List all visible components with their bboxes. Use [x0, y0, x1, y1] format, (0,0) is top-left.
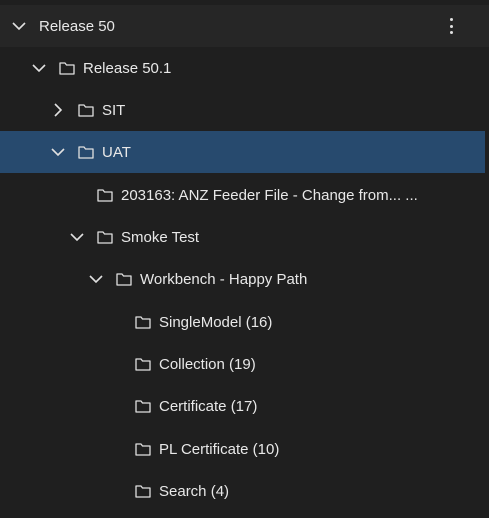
tree-item-label: 203163: ANZ Feeder File - Change from...…	[121, 186, 418, 204]
folder-icon	[78, 103, 94, 117]
tree-item-singlemodel[interactable]: SingleModel (16)	[0, 301, 485, 343]
tree-item-label: SIT	[102, 101, 126, 119]
tree-item-collection[interactable]: Collection (19)	[0, 343, 485, 385]
tree-item-release-50-1[interactable]: Release 50.1	[0, 47, 485, 89]
chevron-down-icon[interactable]	[31, 60, 47, 76]
folder-icon	[135, 399, 151, 413]
tree-item-203163-anz-feeder-file[interactable]: 203163: ANZ Feeder File - Change from...…	[0, 174, 485, 216]
folder-icon	[135, 315, 151, 329]
tree-item-smoke-test[interactable]: Smoke Test	[0, 216, 485, 258]
tree-item-label: PL Certificate (10)	[159, 440, 280, 458]
folder-icon	[59, 61, 75, 75]
tree-item-label: Workbench - Happy Path	[140, 270, 308, 288]
tree-root-label: Release 50	[39, 17, 115, 35]
test-plan-tree: Release 50 Release 50.1 SIT UAT 203163: …	[0, 0, 489, 518]
tree-item-label: Certificate (17)	[159, 397, 258, 415]
folder-icon	[78, 145, 94, 159]
folder-icon	[116, 272, 132, 286]
tree-item-pl-certificate[interactable]: PL Certificate (10)	[0, 428, 485, 470]
folder-icon	[135, 442, 151, 456]
tree-item-label: Search (4)	[159, 482, 230, 500]
chevron-down-icon[interactable]	[50, 144, 66, 160]
folder-icon	[97, 230, 113, 244]
tree-item-uat[interactable]: UAT	[0, 131, 485, 173]
more-vertical-icon[interactable]	[443, 18, 459, 34]
tree-item-search[interactable]: Search (4)	[0, 470, 485, 512]
tree-item-label: UAT	[102, 143, 131, 161]
tree-item-label: Release 50.1	[83, 59, 172, 77]
tree-item-certificate[interactable]: Certificate (17)	[0, 385, 485, 427]
tree-item-sit[interactable]: SIT	[0, 89, 485, 131]
tree-item-label: SingleModel (16)	[159, 313, 273, 331]
chevron-down-icon[interactable]	[69, 229, 85, 245]
chevron-down-icon[interactable]	[11, 18, 27, 34]
folder-icon	[135, 484, 151, 498]
chevron-right-icon[interactable]	[50, 102, 66, 118]
tree-item-label: Smoke Test	[121, 228, 200, 246]
chevron-down-icon[interactable]	[88, 271, 104, 287]
folder-icon	[135, 357, 151, 371]
tree-root-release-50[interactable]: Release 50	[0, 5, 489, 47]
folder-icon	[97, 188, 113, 202]
tree-item-label: Collection (19)	[159, 355, 256, 373]
tree-item-workbench-happy-path[interactable]: Workbench - Happy Path	[0, 258, 485, 300]
